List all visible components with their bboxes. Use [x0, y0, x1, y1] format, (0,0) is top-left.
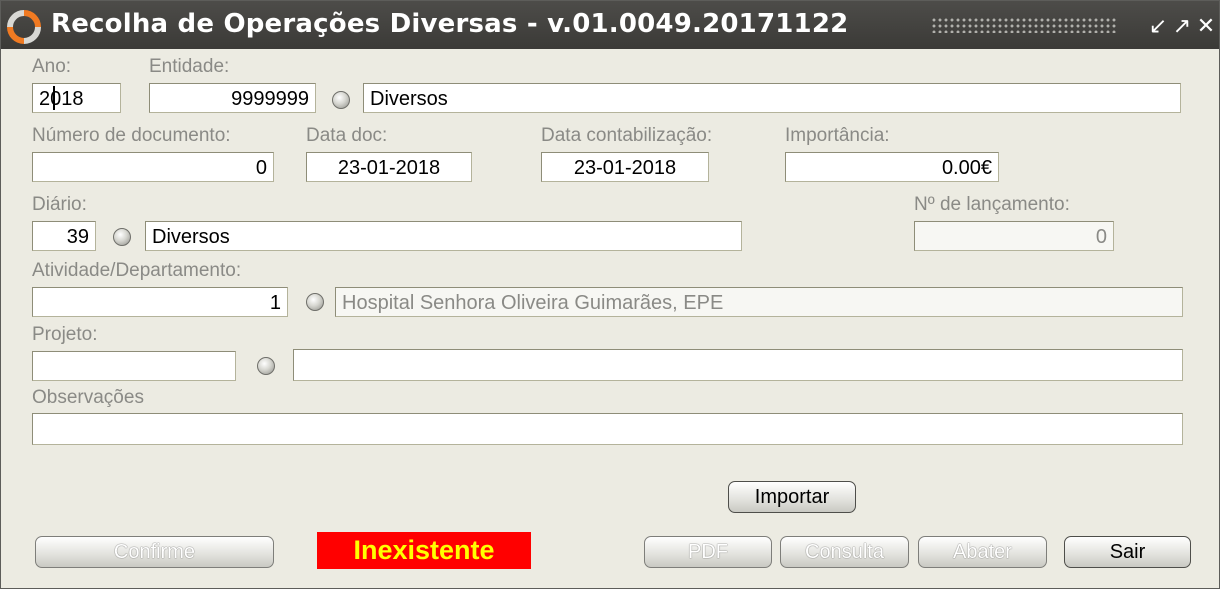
dialog-window: Recolha de Operações Diversas - v.01.004… [0, 0, 1220, 589]
data-contabilizacao-label: Data contabilização: [541, 125, 713, 146]
diario-label: Diário: [32, 194, 87, 215]
consulta-button[interactable]: Consulta [780, 536, 909, 568]
entidade-code-input[interactable]: 9999999 [149, 83, 316, 113]
data-doc-label: Data doc: [306, 125, 388, 146]
close-icon[interactable]: ✕ [1193, 13, 1219, 39]
projeto-code-input[interactable] [32, 351, 236, 381]
status-badge: Inexistente [317, 532, 531, 569]
minimize-icon[interactable]: ↙ [1145, 13, 1171, 39]
window-title: Recolha de Operações Diversas - v.01.004… [51, 9, 849, 39]
atividade-lookup-radio[interactable] [306, 293, 324, 311]
importancia-input[interactable]: 0.00€ [785, 152, 999, 182]
diario-name-input[interactable]: Diversos [145, 221, 742, 251]
diario-code-input[interactable]: 39 [32, 221, 96, 251]
atividade-label: Atividade/Departamento: [32, 260, 242, 281]
title-bar[interactable]: Recolha de Operações Diversas - v.01.004… [1, 1, 1219, 49]
pdf-button[interactable]: PDF [644, 536, 772, 568]
projeto-name-input[interactable] [293, 349, 1183, 381]
observacoes-input[interactable] [32, 413, 1183, 445]
text-caret [53, 86, 55, 110]
projeto-lookup-radio[interactable] [257, 357, 275, 375]
importancia-label: Importância: [785, 125, 890, 146]
sair-button[interactable]: Sair [1064, 536, 1191, 568]
app-logo-icon [7, 10, 41, 44]
ano-input[interactable]: 2018 [32, 83, 121, 113]
confirme-button[interactable]: Confirme [35, 536, 274, 568]
numero-documento-input[interactable]: 0 [32, 152, 274, 182]
atividade-code-input[interactable]: 1 [32, 287, 288, 317]
data-contabilizacao-input[interactable]: 23-01-2018 [541, 152, 709, 182]
abater-button[interactable]: Abater [918, 536, 1047, 568]
entidade-label: Entidade: [149, 56, 230, 77]
maximize-icon[interactable]: ↗ [1169, 13, 1195, 39]
projeto-label: Projeto: [32, 324, 98, 345]
drag-grip[interactable] [931, 17, 1117, 33]
numero-lancamento-input[interactable]: 0 [914, 221, 1114, 251]
observacoes-label: Observações [32, 387, 144, 408]
importar-button[interactable]: Importar [728, 481, 856, 513]
entidade-name-input[interactable]: Diversos [363, 83, 1181, 113]
numero-documento-label: Número de documento: [32, 125, 231, 146]
numero-lancamento-label: Nº de lançamento: [914, 194, 1070, 215]
entidade-lookup-radio[interactable] [332, 91, 350, 109]
data-doc-input[interactable]: 23-01-2018 [306, 152, 472, 182]
ano-label: Ano: [32, 56, 72, 77]
atividade-name-input[interactable]: Hospital Senhora Oliveira Guimarães, EPE [335, 287, 1183, 317]
diario-lookup-radio[interactable] [113, 228, 131, 246]
